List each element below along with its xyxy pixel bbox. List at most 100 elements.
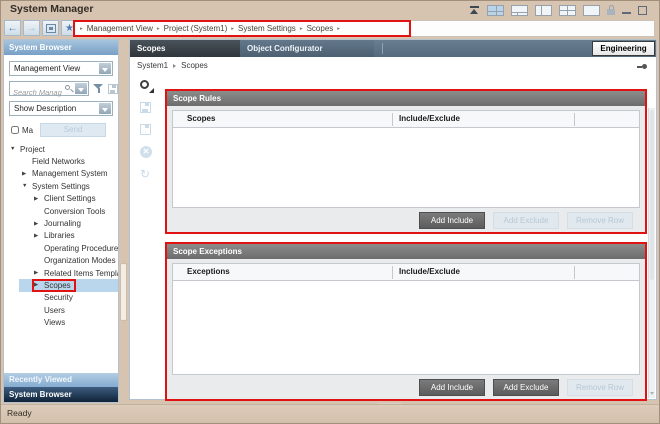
breadcrumb-item[interactable]: Management View: [87, 24, 153, 33]
restore-button[interactable]: [638, 6, 647, 15]
breadcrumb-separator-icon: ▸: [157, 26, 160, 32]
layout-single-icon[interactable]: [583, 5, 600, 16]
system-browser-header: System Browser: [4, 40, 118, 55]
layout-left-panel-icon[interactable]: [535, 5, 552, 16]
tab-scopes[interactable]: Scopes: [130, 40, 240, 57]
tree-item-conversion-tools[interactable]: Conversion Tools: [4, 205, 118, 217]
scope-rules-table: Scopes Include/Exclude: [172, 110, 640, 208]
tree-item-client-settings[interactable]: ▶Client Settings: [4, 193, 118, 205]
tree-collapsed-icon[interactable]: ▶: [34, 196, 44, 202]
pin-icon[interactable]: [637, 64, 647, 69]
tree-item-project[interactable]: ▼Project: [4, 143, 118, 155]
forward-button[interactable]: →: [23, 20, 40, 36]
tree-item-libraries[interactable]: ▶Libraries: [4, 230, 118, 242]
view-mode-dropdown[interactable]: Management View: [9, 61, 113, 76]
save-icon[interactable]: [140, 102, 151, 113]
scopes-content: .. ✕ ↻ Scope Rules Scopes Include/Exclud…: [130, 74, 656, 399]
tree-collapsed-icon[interactable]: ▶: [34, 270, 44, 276]
breadcrumb-separator-icon: ▸: [300, 26, 303, 32]
tree-item-system-settings[interactable]: ▼System Settings: [4, 180, 118, 192]
layout-bottom-panel-icon[interactable]: [511, 5, 528, 16]
tree-expanded-icon[interactable]: ▼: [10, 146, 20, 152]
recently-viewed-bar[interactable]: Recently Viewed: [4, 373, 118, 387]
splitter-handle[interactable]: [120, 263, 127, 321]
recent-pages-button[interactable]: [42, 20, 59, 36]
tree-item-label: Views: [44, 318, 65, 327]
tab-separator: [382, 43, 383, 54]
tree-item-management-system[interactable]: ▶Management System: [4, 168, 118, 180]
send-button[interactable]: Send: [40, 123, 106, 137]
search-box: [9, 81, 89, 96]
path-item-scopes[interactable]: Scopes: [181, 61, 208, 70]
add-include-button[interactable]: Add Include: [419, 212, 485, 229]
layout-grid-icon[interactable]: [559, 5, 576, 16]
tree-item-label: Security: [44, 293, 73, 302]
tab-bar: Scopes Object Configurator Engineering: [130, 40, 656, 57]
tree-item-scopes[interactable]: ▶Scopes: [4, 279, 118, 291]
column-header-scopes[interactable]: Scopes: [187, 111, 215, 127]
column-separator: [574, 266, 575, 279]
ma-checkbox[interactable]: [11, 126, 19, 134]
tree-collapsed-icon[interactable]: ▶: [34, 221, 44, 227]
scope-rules-panel: Scope Rules Scopes Include/Exclude Add I…: [165, 89, 647, 234]
tree-item-operating-procedures[interactable]: Operating Procedures: [4, 242, 118, 254]
engineering-mode-button[interactable]: Engineering: [592, 41, 655, 56]
scope-rules-table-body[interactable]: [173, 128, 639, 207]
scope-exceptions-table-body[interactable]: [173, 281, 639, 374]
add-exclude-button[interactable]: Add Exclude: [493, 379, 559, 396]
path-item-system[interactable]: System1: [137, 61, 168, 70]
tab-object-configurator[interactable]: Object Configurator: [240, 40, 374, 57]
column-header-include-exclude[interactable]: Include/Exclude: [399, 264, 460, 280]
tool-dropdown-icon[interactable]: [140, 80, 154, 93]
scrollbar-thumb[interactable]: [650, 110, 654, 280]
breadcrumb-item[interactable]: Project (System1): [164, 24, 228, 33]
filter-icon[interactable]: [93, 83, 104, 94]
cancel-icon[interactable]: ✕: [140, 146, 152, 158]
remove-row-button[interactable]: Remove Row: [567, 212, 633, 229]
tree-collapsed-icon[interactable]: ▶: [22, 171, 32, 177]
main-panel: Scopes Object Configurator Engineering S…: [129, 39, 657, 400]
search-dropdown-icon[interactable]: [75, 83, 87, 94]
breadcrumb-item[interactable]: Scopes: [307, 24, 334, 33]
tree-item-journaling[interactable]: ▶Journaling: [4, 217, 118, 229]
tree-collapsed-icon[interactable]: ▶: [34, 233, 44, 239]
breadcrumb-item[interactable]: System Settings: [238, 24, 296, 33]
scope-exceptions-table: Exceptions Include/Exclude: [172, 263, 640, 375]
column-header-exceptions[interactable]: Exceptions: [187, 264, 230, 280]
description-value: Show Description: [14, 104, 76, 113]
tree-item-users[interactable]: Users: [4, 304, 118, 316]
lock-icon[interactable]: [607, 5, 615, 15]
system-browser-bottom-bar[interactable]: System Browser: [4, 387, 118, 402]
vertical-scrollbar[interactable]: [648, 108, 655, 398]
tree-item-label: Conversion Tools: [44, 207, 105, 216]
tree-collapsed-icon[interactable]: ▶: [34, 282, 44, 288]
tool-column: .. ✕ ↻: [140, 80, 160, 190]
breadcrumb: ▸Management View▸Project (System1)▸Syste…: [73, 20, 411, 37]
column-header-include-exclude[interactable]: Include/Exclude: [399, 111, 460, 127]
tree-item-label: Libraries: [44, 231, 75, 240]
tree-item-organization-modes[interactable]: Organization Modes: [4, 255, 118, 267]
path-separator-icon: [173, 64, 176, 68]
tree-item-views[interactable]: Views: [4, 316, 118, 328]
save-search-icon[interactable]: [108, 84, 118, 94]
layout-quad-icon[interactable]: [487, 5, 504, 16]
save-as-icon[interactable]: ..: [140, 124, 151, 135]
back-button[interactable]: ←: [4, 20, 21, 36]
collapse-top-icon[interactable]: [469, 5, 480, 15]
recent-pages-icon: [46, 24, 56, 33]
ma-checkbox-label: Ma: [22, 126, 33, 135]
add-exclude-button[interactable]: Add Exclude: [493, 212, 559, 229]
minimize-button[interactable]: [622, 5, 631, 15]
tree-item-security[interactable]: Security: [4, 292, 118, 304]
tree-expanded-icon[interactable]: ▼: [22, 183, 32, 189]
description-dropdown[interactable]: Show Description: [9, 101, 113, 116]
chevron-down-icon[interactable]: [99, 63, 111, 74]
tree-item-related-items-templates[interactable]: ▶Related Items Templates: [4, 267, 118, 279]
scrollbar-down-arrow-icon[interactable]: [650, 392, 654, 395]
remove-row-button[interactable]: Remove Row: [567, 379, 633, 396]
chevron-down-icon[interactable]: [99, 103, 111, 114]
scope-rules-buttons: Add Include Add Exclude Remove Row: [167, 208, 645, 232]
tree-item-field-networks[interactable]: Field Networks: [4, 155, 118, 167]
refresh-icon[interactable]: ↻: [140, 168, 154, 180]
add-include-button[interactable]: Add Include: [419, 379, 485, 396]
